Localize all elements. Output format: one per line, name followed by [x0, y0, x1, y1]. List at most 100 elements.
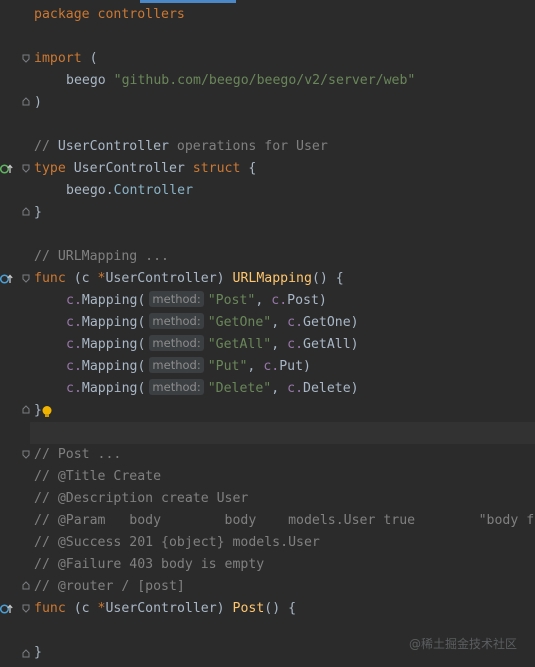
watermark: @稀土掘金技术社区 — [408, 637, 517, 651]
fold-close-icon[interactable] — [22, 97, 30, 106]
keyword: import — [34, 51, 82, 66]
comment: // @router / [post] — [34, 579, 185, 594]
current-line-highlight — [30, 422, 535, 444]
string-literal: "Delete" — [207, 381, 272, 396]
code-line[interactable]: // @Title Create — [34, 466, 161, 488]
punctuation: } — [34, 645, 42, 660]
editor-tab-bar — [0, 0, 535, 3]
punctuation: ) — [34, 95, 42, 110]
import-path: "github.com/beego/beego/v2/server/web" — [113, 73, 416, 88]
punctuation: } — [34, 205, 42, 220]
punctuation: () { — [311, 271, 344, 286]
punctuation: ) — [216, 271, 233, 286]
code-line[interactable]: c.Mapping(method: "Post", c.Post) — [66, 290, 327, 312]
method-call: Mapping( — [81, 293, 146, 308]
code-line[interactable]: // UserController operations for User — [34, 136, 328, 158]
code-line[interactable]: // @Failure 403 body is empty — [34, 554, 264, 576]
keyword: struct — [184, 161, 241, 176]
string-literal: "Put" — [207, 359, 248, 374]
receiver: (c — [65, 601, 98, 616]
fold-open-icon[interactable] — [22, 604, 30, 613]
code-line[interactable]: } — [34, 642, 42, 664]
fold-close-icon[interactable] — [22, 581, 30, 590]
keyword: package — [34, 7, 90, 22]
keyword: func — [34, 271, 66, 286]
code-line[interactable]: c.Mapping(method: "Delete", c.Delete) — [66, 378, 359, 400]
import-alias: beego — [66, 73, 106, 88]
receiver-var: c. — [287, 337, 304, 352]
embedded-type: Controller — [113, 183, 194, 198]
receiver-var: c. — [66, 381, 82, 396]
implemented-interface-icon[interactable] — [0, 163, 14, 175]
code-line[interactable]: // @Param body body models.User true "bo… — [34, 510, 534, 532]
parameter-hint: method: — [149, 335, 204, 351]
fold-open-icon[interactable] — [22, 164, 30, 173]
method-ref: Post — [287, 293, 319, 308]
receiver-var: c. — [66, 337, 82, 352]
code-line[interactable]: type UserController struct { — [34, 158, 256, 180]
code-line[interactable]: // @router / [post] — [34, 576, 185, 598]
code-line[interactable]: // @Success 201 {object} models.User — [34, 532, 320, 554]
code-line[interactable]: // Post ... — [34, 444, 121, 466]
package-name: controllers — [89, 7, 185, 22]
package-ref: beego. — [66, 183, 114, 198]
parameter-hint: method: — [149, 313, 204, 329]
implements-method-icon[interactable] — [0, 603, 14, 615]
fold-open-icon[interactable] — [22, 274, 30, 283]
method-ref: Put — [279, 359, 304, 374]
punctuation: { — [240, 161, 257, 176]
code-line[interactable]: c.Mapping(method: "GetOne", c.GetOne) — [66, 312, 359, 334]
receiver-type: UserController — [105, 601, 217, 616]
comment: // @Title Create — [34, 469, 162, 484]
code-editor[interactable]: package controllers import ( beego "gith… — [0, 0, 535, 667]
comment: // @Success 201 {object} models.User — [34, 535, 320, 550]
fold-close-icon[interactable] — [22, 649, 30, 658]
receiver: (c — [65, 271, 98, 286]
receiver-var: c. — [66, 359, 82, 374]
method-call: Mapping( — [81, 337, 146, 352]
code-line[interactable]: // @Description create User — [34, 488, 248, 510]
method-ref: GetOne — [303, 315, 351, 330]
code-line[interactable]: import ( — [34, 48, 98, 70]
receiver-var: c. — [66, 293, 82, 308]
code-line[interactable]: } — [34, 202, 42, 224]
code-line[interactable]: ) — [34, 92, 42, 114]
method-call: Mapping( — [81, 381, 146, 396]
function-name: URLMapping — [232, 271, 312, 286]
punctuation: () { — [264, 601, 297, 616]
code-line[interactable]: beego.Controller — [66, 180, 193, 202]
method-ref: Delete — [303, 381, 351, 396]
receiver-var: c. — [287, 381, 304, 396]
comment: // @Description create User — [34, 491, 249, 506]
receiver-type: UserController — [105, 271, 217, 286]
implements-method-icon[interactable] — [0, 273, 14, 285]
code-line[interactable]: c.Mapping(method: "Put", c.Put) — [66, 356, 311, 378]
fold-close-icon[interactable] — [22, 207, 30, 216]
punctuation: ) — [216, 601, 233, 616]
code-line[interactable]: // URLMapping ... — [34, 246, 169, 268]
comment: // Post ... — [34, 447, 122, 462]
punctuation: ( — [81, 51, 98, 66]
fold-close-icon[interactable] — [22, 405, 30, 414]
comment: // @Param body body models.User true "bo… — [34, 513, 535, 528]
function-name: Post — [232, 601, 265, 616]
fold-open-icon[interactable] — [22, 450, 30, 459]
code-line[interactable]: beego "github.com/beego/beego/v2/server/… — [66, 70, 415, 92]
string-literal: "Post" — [207, 293, 256, 308]
code-line[interactable]: c.Mapping(method: "GetAll", c.GetAll) — [66, 334, 359, 356]
receiver-var: c. — [66, 315, 82, 330]
method-call: Mapping( — [81, 359, 146, 374]
string-literal: "GetOne" — [207, 315, 272, 330]
method-call: Mapping( — [81, 315, 146, 330]
parameter-hint: method: — [149, 357, 204, 373]
comment: // URLMapping ... — [34, 249, 169, 264]
code-line[interactable]: func (c *UserController) URLMapping() { — [34, 268, 344, 290]
parameter-hint: method: — [149, 379, 204, 395]
lightbulb-icon[interactable] — [41, 405, 53, 419]
code-line[interactable]: func (c *UserController) Post() { — [34, 598, 296, 620]
fold-open-icon[interactable] — [22, 54, 30, 63]
keyword: type — [34, 161, 66, 176]
keyword: func — [34, 601, 66, 616]
code-line[interactable]: package controllers — [34, 4, 185, 26]
method-ref: GetAll — [303, 337, 351, 352]
